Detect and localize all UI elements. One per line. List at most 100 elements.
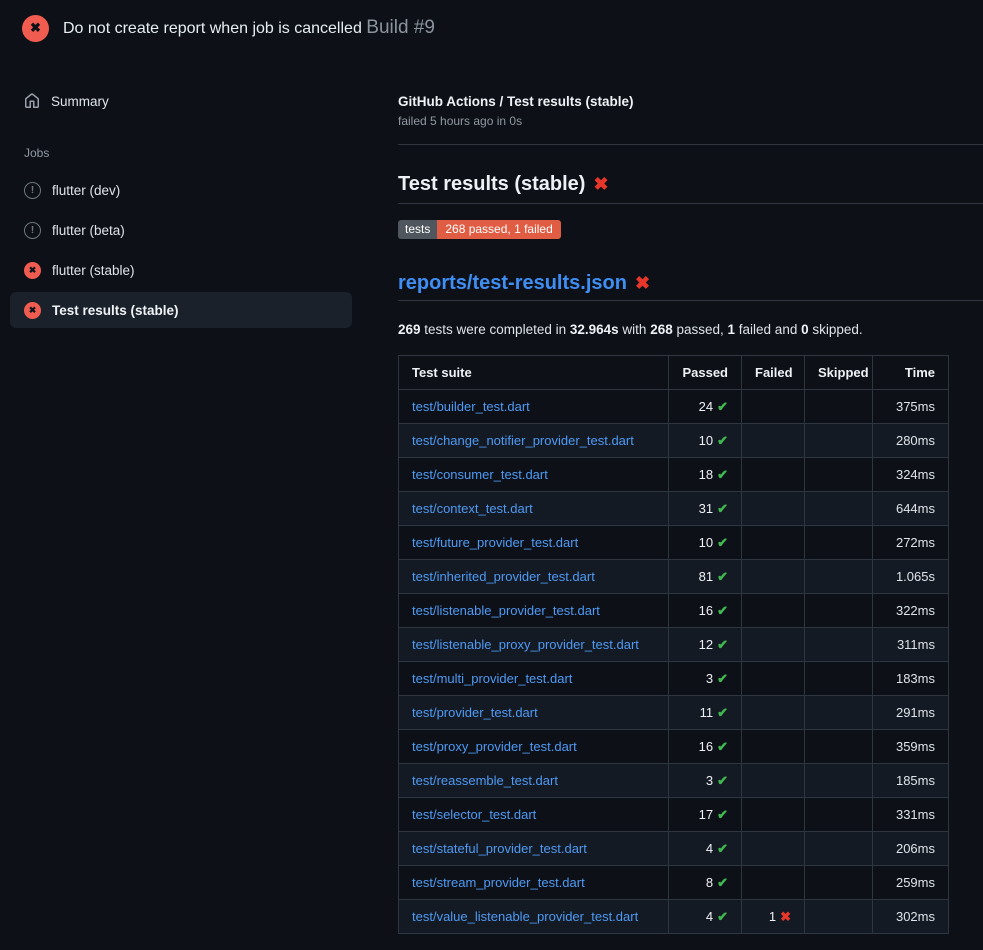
suite-link[interactable]: test/provider_test.dart [412, 705, 538, 720]
cell-skipped [805, 458, 873, 492]
content-layout: Summary Jobs ! flutter (dev) ! flutter (… [0, 56, 983, 934]
table-row: test/multi_provider_test.dart 3✔ 183ms [399, 662, 949, 696]
suite-link[interactable]: test/consumer_test.dart [412, 467, 548, 482]
cell-passed: 3✔ [669, 764, 742, 798]
page-header: ✖ Do not create report when job is cance… [0, 0, 983, 56]
sidebar-job-item[interactable]: ✖ Test results (stable) [10, 292, 352, 328]
cell-failed [742, 730, 805, 764]
passed-count: 17 [699, 807, 713, 822]
cell-skipped [805, 798, 873, 832]
cell-failed [742, 696, 805, 730]
suite-link[interactable]: test/listenable_proxy_provider_test.dart [412, 637, 639, 652]
cell-failed [742, 560, 805, 594]
summary-segment: tests were completed in [421, 322, 570, 337]
main-content: GitHub Actions / Test results (stable) f… [398, 56, 983, 934]
suite-link[interactable]: test/future_provider_test.dart [412, 535, 578, 550]
cell-time: 644ms [873, 492, 949, 526]
sidebar-job-item[interactable]: ! flutter (dev) [10, 172, 352, 208]
cell-test-suite: test/listenable_provider_test.dart [399, 594, 669, 628]
cell-time: 322ms [873, 594, 949, 628]
cell-failed [742, 764, 805, 798]
summary-segment: passed, [673, 322, 728, 337]
suite-link[interactable]: test/listenable_provider_test.dart [412, 603, 600, 618]
build-number: Build #9 [366, 17, 435, 38]
check-icon: ✔ [717, 841, 728, 856]
cell-failed [742, 866, 805, 900]
cell-failed [742, 594, 805, 628]
cell-passed: 16✔ [669, 730, 742, 764]
cell-time: 291ms [873, 696, 949, 730]
results-table: Test suite Passed Failed Skipped Time te… [398, 355, 949, 934]
cell-passed: 31✔ [669, 492, 742, 526]
job-label: flutter (stable) [52, 263, 135, 278]
cell-failed [742, 526, 805, 560]
cell-time: 259ms [873, 866, 949, 900]
passed-count: 10 [699, 535, 713, 550]
cell-time: 183ms [873, 662, 949, 696]
cell-skipped [805, 390, 873, 424]
sidebar-job-item[interactable]: ! flutter (beta) [10, 212, 352, 248]
suite-link[interactable]: test/builder_test.dart [412, 399, 530, 414]
cell-skipped [805, 866, 873, 900]
section-heading: Test results (stable)✖ [398, 173, 983, 204]
suite-link[interactable]: test/stream_provider_test.dart [412, 875, 585, 890]
cell-passed: 4✔ [669, 900, 742, 934]
passed-count: 11 [700, 705, 714, 720]
suite-link[interactable]: test/context_test.dart [412, 501, 533, 516]
x-icon: ✖ [780, 909, 791, 924]
suite-link[interactable]: test/reassemble_test.dart [412, 773, 558, 788]
table-row: test/reassemble_test.dart 3✔ 185ms [399, 764, 949, 798]
check-icon: ✔ [717, 467, 728, 482]
suite-link[interactable]: test/inherited_provider_test.dart [412, 569, 595, 584]
cell-time: 185ms [873, 764, 949, 798]
cell-failed [742, 832, 805, 866]
passed-count: 4 [706, 841, 713, 856]
cell-failed [742, 458, 805, 492]
suite-link[interactable]: test/stateful_provider_test.dart [412, 841, 587, 856]
summary-segment: 0 [801, 322, 809, 337]
x-circle-icon: ✖ [24, 302, 41, 319]
cell-passed: 12✔ [669, 628, 742, 662]
cell-time: 375ms [873, 390, 949, 424]
check-icon: ✔ [717, 807, 728, 822]
table-row: test/proxy_provider_test.dart 16✔ 359ms [399, 730, 949, 764]
job-label: flutter (beta) [52, 223, 125, 238]
suite-link[interactable]: test/selector_test.dart [412, 807, 536, 822]
table-row: test/builder_test.dart 24✔ 375ms [399, 390, 949, 424]
table-header-row: Test suite Passed Failed Skipped Time [399, 356, 949, 390]
table-row: test/stream_provider_test.dart 8✔ 259ms [399, 866, 949, 900]
cell-skipped [805, 900, 873, 934]
column-header-test-suite: Test suite [399, 356, 669, 390]
suite-link[interactable]: test/multi_provider_test.dart [412, 671, 572, 686]
table-row: test/change_notifier_provider_test.dart … [399, 424, 949, 458]
cell-time: 1.065s [873, 560, 949, 594]
cell-skipped [805, 628, 873, 662]
table-row: test/consumer_test.dart 18✔ 324ms [399, 458, 949, 492]
cell-test-suite: test/context_test.dart [399, 492, 669, 526]
summary-segment: 269 [398, 322, 421, 337]
page-title: Do not create report when job is cancell… [63, 17, 435, 39]
passed-count: 16 [699, 603, 713, 618]
table-row: test/selector_test.dart 17✔ 331ms [399, 798, 949, 832]
cell-test-suite: test/builder_test.dart [399, 390, 669, 424]
sidebar-job-item[interactable]: ✖ flutter (stable) [10, 252, 352, 288]
cell-skipped [805, 696, 873, 730]
cell-skipped [805, 594, 873, 628]
summary-segment: 268 [650, 322, 673, 337]
cell-passed: 8✔ [669, 866, 742, 900]
summary-label: Summary [51, 94, 109, 109]
suite-link[interactable]: test/value_listenable_provider_test.dart [412, 909, 638, 924]
report-link[interactable]: reports/test-results.json [398, 272, 627, 294]
cell-skipped [805, 832, 873, 866]
cell-test-suite: test/provider_test.dart [399, 696, 669, 730]
cell-skipped [805, 424, 873, 458]
suite-link[interactable]: test/proxy_provider_test.dart [412, 739, 577, 754]
cell-failed [742, 424, 805, 458]
x-circle-icon: ✖ [24, 262, 41, 279]
cell-test-suite: test/inherited_provider_test.dart [399, 560, 669, 594]
check-icon: ✔ [717, 909, 728, 924]
cell-passed: 10✔ [669, 526, 742, 560]
check-icon: ✔ [717, 875, 728, 890]
sidebar-item-summary[interactable]: Summary [10, 84, 352, 118]
suite-link[interactable]: test/change_notifier_provider_test.dart [412, 433, 634, 448]
